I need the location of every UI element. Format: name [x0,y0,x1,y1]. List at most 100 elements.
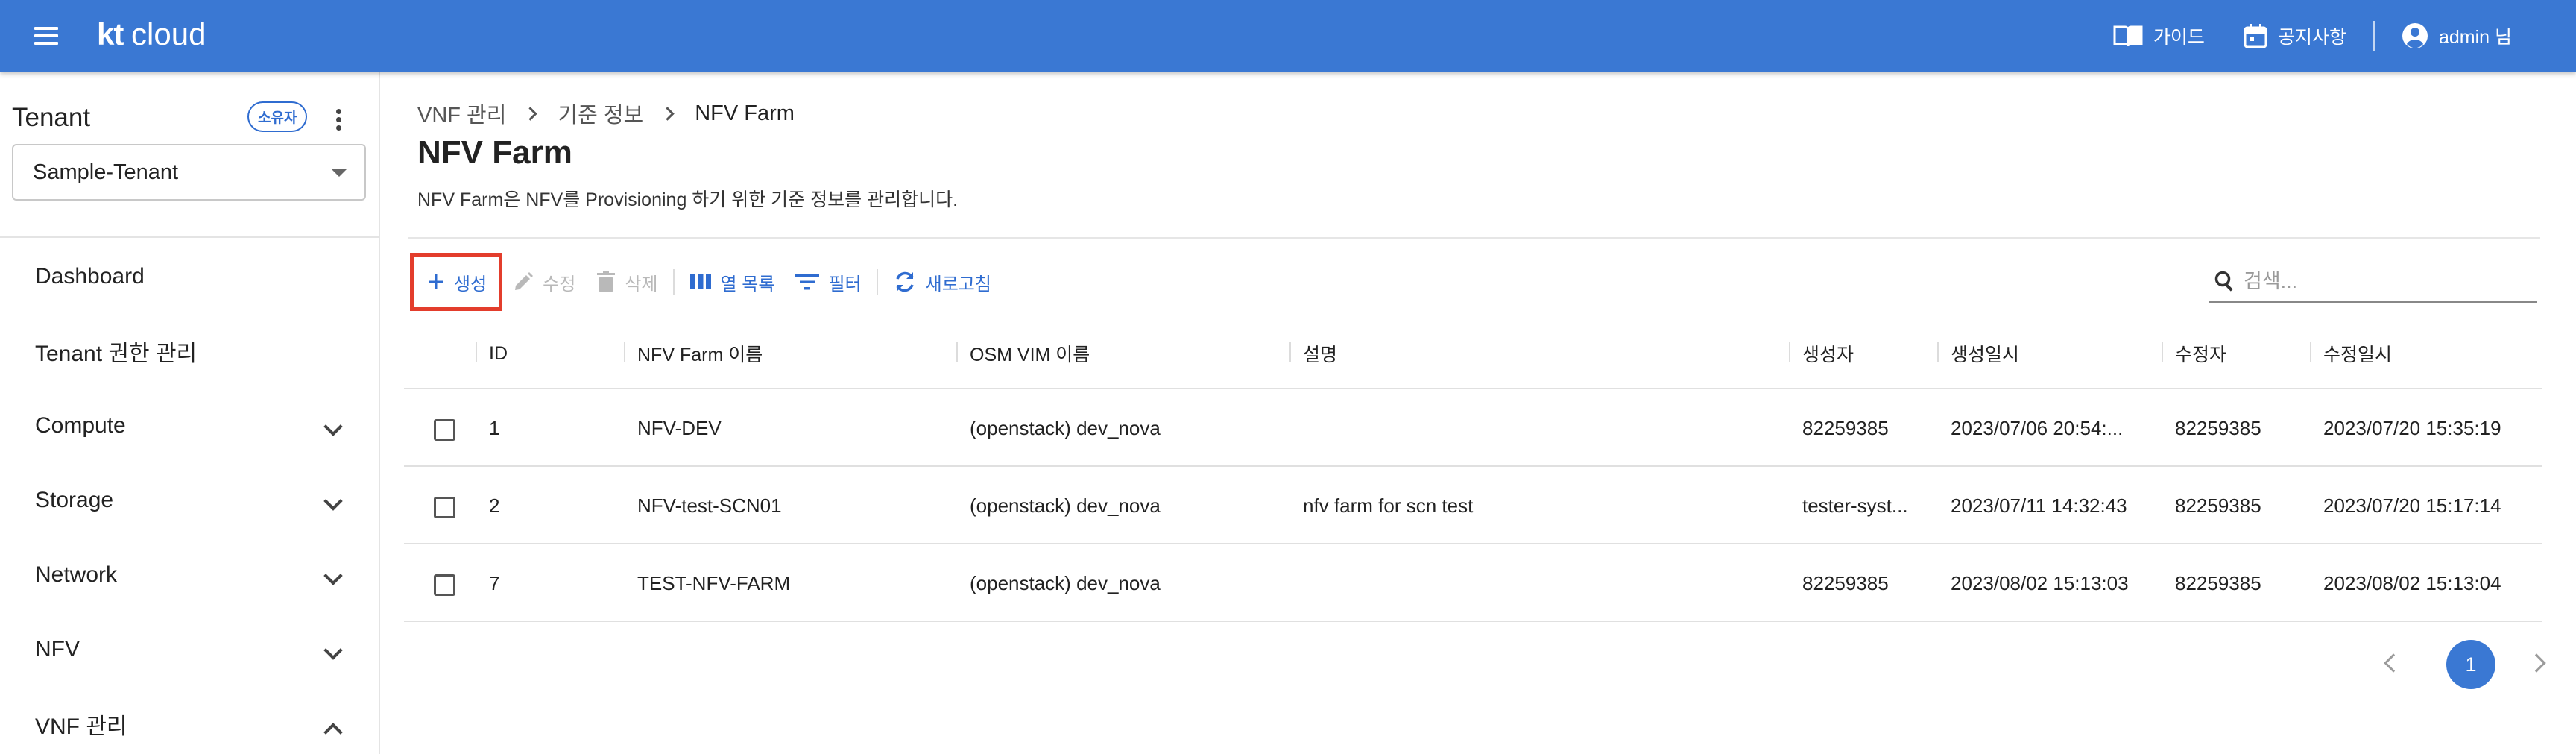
cell-modifier: 82259385 [2175,494,2261,517]
cell-modified-at: 2023/07/20 15:35:19 [2323,416,2501,439]
pencil-icon [515,272,534,290]
table-row[interactable]: 2 NFV-test-SCN01 (openstack) dev_nova nf… [404,467,2542,544]
tenant-select-value: Sample-Tenant [33,160,179,184]
chevron-down-icon [323,566,343,585]
pagination: 1 [2376,640,2555,692]
toolbar-divider [876,269,878,295]
top-app-bar: kt cloud 가이드 공지사항 admin 님 [0,0,2576,72]
sidebar-item-vnf-management[interactable]: VNF 관리 [0,687,379,754]
refresh-icon [895,271,914,292]
guide-link[interactable]: 가이드 [2094,22,2224,49]
refresh-button[interactable]: 새로고침 [883,255,1002,309]
sidebar-item-compute[interactable]: Compute [0,389,379,463]
sidebar-item-label: Network [35,562,118,587]
page-button-1[interactable]: 1 [2446,640,2496,689]
breadcrumb-item[interactable]: VNF 관리 [417,98,506,129]
column-header-id[interactable]: ID [476,318,508,389]
columns-label: 열 목록 [720,274,775,295]
sidebar-item-label: VNF 관리 [35,714,127,739]
breadcrumb-current: NFV Farm [695,101,795,125]
dropdown-caret-icon [332,169,347,177]
table-row[interactable]: 7 TEST-NFV-FARM (openstack) dev_nova 822… [404,544,2542,622]
chevron-left-icon[interactable] [2384,653,2403,673]
sidebar-nav: Dashboard Tenant 권한 관리 Compute Storage N… [0,239,379,754]
page-title: NFV Farm [417,134,572,171]
kt-cloud-logo[interactable]: kt cloud [97,16,206,52]
delete-button[interactable]: 삭제 [586,255,668,309]
trash-icon [597,271,616,292]
cell-farm-name: NFV-DEV [637,416,722,439]
toolbar: 생성 수정 삭제 열 목록 필터 새로고침 [410,253,1002,311]
cell-farm-name: NFV-test-SCN01 [637,494,782,517]
search-input[interactable] [2244,269,2527,293]
toolbar-divider [672,269,675,295]
top-divider [2373,21,2375,51]
tenant-select[interactable]: Sample-Tenant [12,144,366,201]
sidebar-item-label: Dashboard [35,264,145,289]
column-header-created-at[interactable]: 생성일시 [1937,318,2019,389]
cell-modifier: 82259385 [2175,416,2261,439]
menu-icon[interactable] [31,22,61,49]
row-checkbox[interactable] [434,574,455,596]
sidebar-item-network[interactable]: Network [0,538,379,612]
chevron-right-icon [660,106,675,121]
delete-label: 삭제 [625,274,658,295]
edit-button[interactable]: 수정 [502,255,586,309]
calendar-icon [2244,24,2267,48]
edit-label: 수정 [543,274,576,295]
filter-label: 필터 [828,274,862,295]
cell-created-at: 2023/07/11 14:32:43 [1951,494,2127,517]
column-header-modifier[interactable]: 수정자 [2162,318,2226,389]
sidebar-divider [0,236,380,238]
sidebar-item-tenant-permissions[interactable]: Tenant 권한 관리 [0,314,379,389]
column-header-vim-name[interactable]: OSM VIM 이름 [956,318,1090,389]
create-label: 생성 [454,274,487,295]
create-button[interactable]: 생성 [410,253,503,311]
sidebar-item-dashboard[interactable]: Dashboard [0,239,379,314]
guide-label: 가이드 [2153,27,2205,48]
chevron-right-icon[interactable] [2527,653,2546,673]
chevron-right-icon [523,106,538,121]
cell-vim-name: (openstack) dev_nova [970,494,1161,517]
breadcrumb: VNF 관리 기준 정보 NFV Farm [417,98,795,129]
columns-button[interactable]: 열 목록 [679,255,786,309]
sidebar-item-label: Tenant 권한 관리 [35,342,198,366]
cell-modifier: 82259385 [2175,571,2261,594]
cell-vim-name: (openstack) dev_nova [970,416,1161,439]
chevron-up-icon [323,723,343,742]
chevron-down-icon [323,641,343,660]
column-header-modified-at[interactable]: 수정일시 [2310,318,2392,389]
top-actions: 가이드 공지사항 admin 님 [2094,0,2531,72]
chevron-down-icon [323,491,343,511]
sidebar-item-storage[interactable]: Storage [0,463,379,538]
user-label: admin 님 [2438,27,2512,48]
view-column-icon [689,274,711,289]
table-row[interactable]: 1 NFV-DEV (openstack) dev_nova 82259385 … [404,389,2542,467]
row-checkbox[interactable] [434,419,455,441]
nfv-farm-table: ID NFV Farm 이름 OSM VIM 이름 설명 생성자 생성일시 수정… [404,318,2542,622]
sidebar: Tenant 소유자 Sample-Tenant Dashboard Tenan… [0,72,380,754]
account-circle-icon [2402,23,2428,48]
more-vert-icon[interactable] [334,107,343,133]
tenant-heading: Tenant [12,103,91,132]
column-header-farm-name[interactable]: NFV Farm 이름 [624,318,763,389]
search-box [2209,261,2537,303]
notice-link[interactable]: 공지사항 [2224,22,2366,49]
column-header-description[interactable]: 설명 [1289,318,1337,389]
cell-modified-at: 2023/08/02 15:13:04 [2323,571,2501,594]
plus-icon [429,274,443,289]
cell-creator: 82259385 [1802,571,1889,594]
owner-badge: 소유자 [247,101,308,132]
sidebar-item-nfv[interactable]: NFV [0,612,379,687]
cell-creator: 82259385 [1802,416,1889,439]
book-icon [2113,25,2143,47]
cell-modified-at: 2023/07/20 15:17:14 [2323,494,2501,517]
sidebar-item-label: Compute [35,413,126,438]
row-checkbox[interactable] [434,497,455,518]
cell-farm-name: TEST-NFV-FARM [637,571,791,594]
breadcrumb-item[interactable]: 기준 정보 [558,98,643,129]
column-header-creator[interactable]: 생성자 [1789,318,1854,389]
filter-button[interactable]: 필터 [785,255,871,309]
user-menu[interactable]: admin 님 [2382,22,2531,49]
main-content: VNF 관리 기준 정보 NFV Farm NFV Farm NFV Farm은… [382,72,2576,754]
